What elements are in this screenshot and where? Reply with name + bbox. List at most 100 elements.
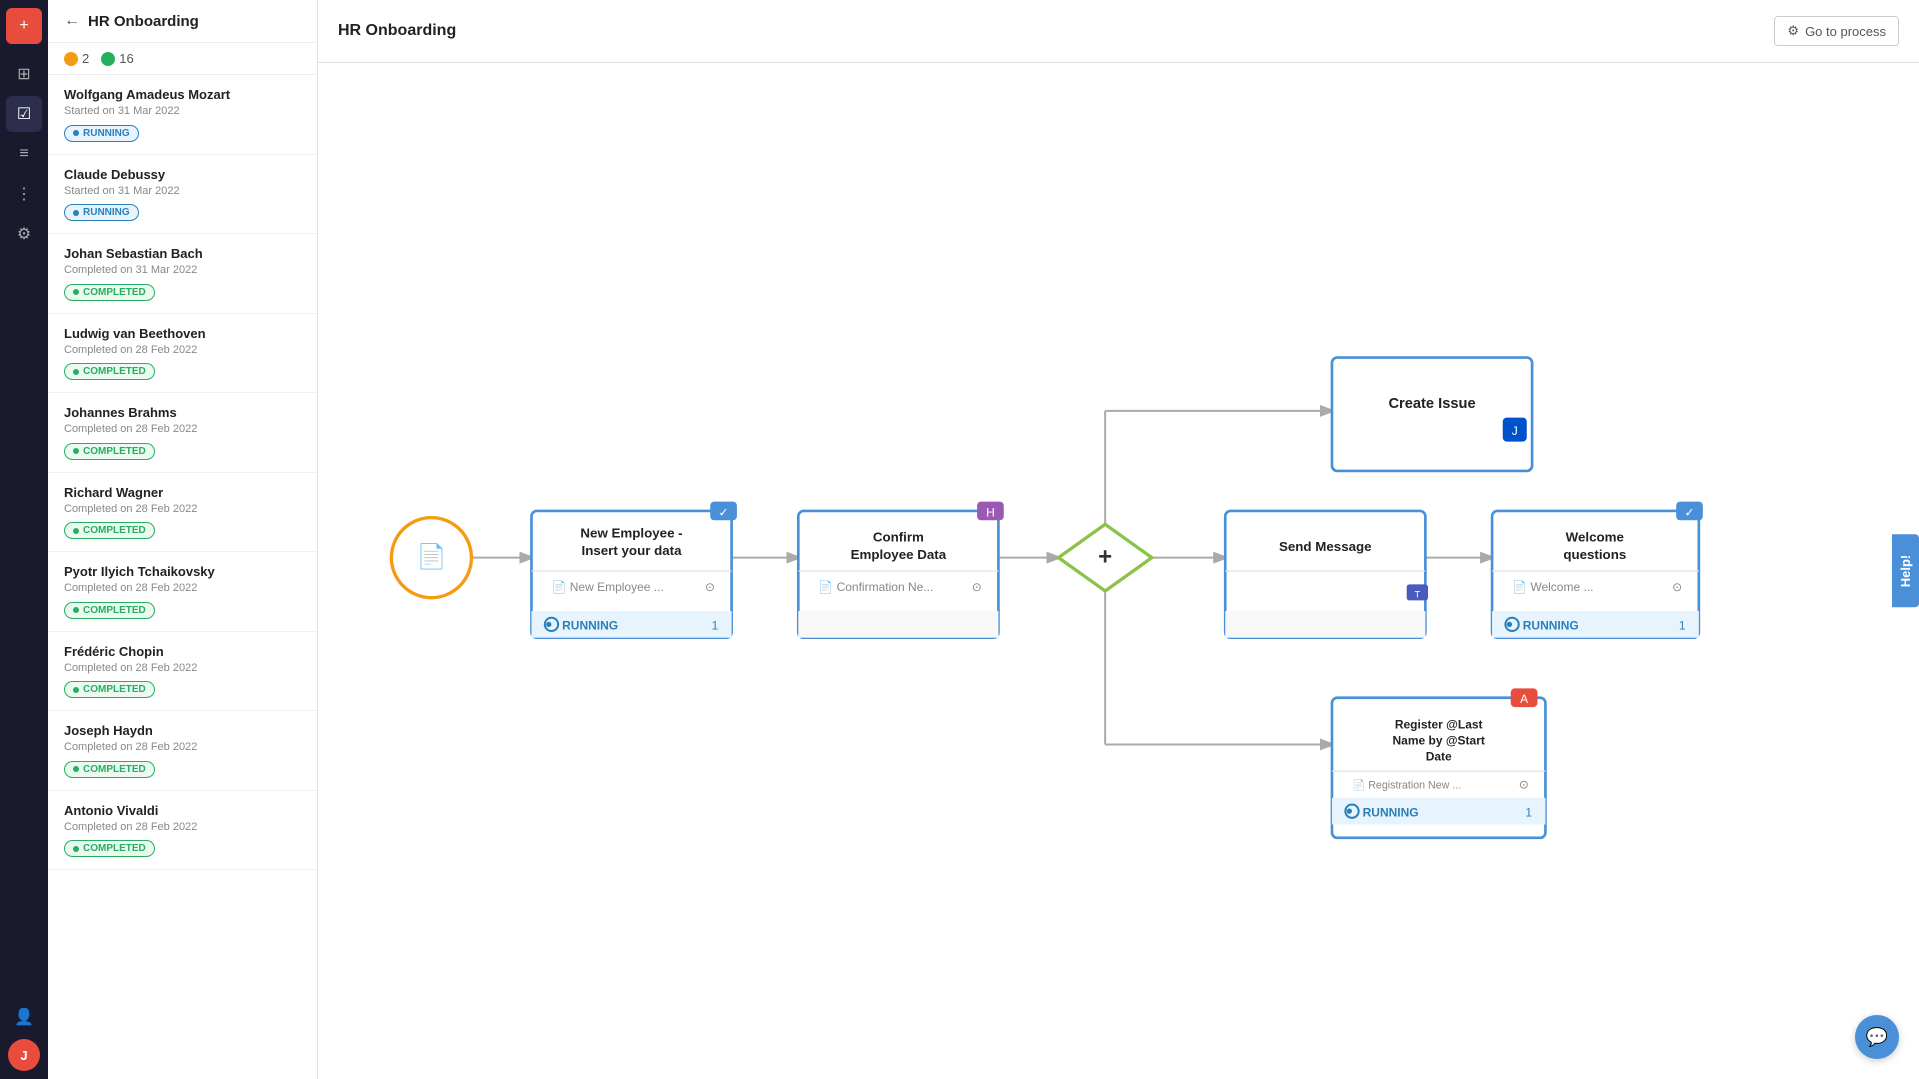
svg-text:Name by @Start: Name by @Start	[1392, 733, 1484, 747]
back-button[interactable]: ←	[64, 12, 80, 30]
item-name: Ludwig van Beethoven	[64, 326, 301, 341]
sidebar-item[interactable]: Wolfgang Amadeus Mozart Started on 31 Ma…	[48, 75, 317, 155]
svg-text:New Employee -: New Employee -	[580, 526, 682, 541]
item-date: Completed on 28 Feb 2022	[64, 503, 301, 515]
welcome-questions-node: ✓ Welcome questions 📄 Welcome ... ⊙ RUNN…	[1492, 502, 1703, 638]
svg-text:T: T	[1415, 590, 1421, 600]
item-date: Completed on 28 Feb 2022	[64, 662, 301, 674]
gateway-node: +	[1058, 524, 1151, 591]
svg-text:Employee Data: Employee Data	[851, 547, 947, 562]
svg-text:📄: 📄	[416, 542, 446, 570]
item-date: Completed on 28 Feb 2022	[64, 741, 301, 753]
status-dot	[73, 448, 79, 454]
sidebar-header: ← HR Onboarding	[48, 0, 317, 43]
svg-text:H: H	[986, 505, 995, 519]
svg-text:RUNNING: RUNNING	[1363, 805, 1419, 819]
orange-dot	[64, 52, 78, 66]
svg-text:⊙: ⊙	[705, 580, 715, 594]
status-badge: RUNNING	[64, 204, 139, 221]
avatar[interactable]: J	[8, 1039, 40, 1071]
go-to-process-icon: ⚙	[1787, 23, 1799, 39]
svg-text:⊙: ⊙	[972, 580, 982, 594]
status-badge: COMPLETED	[64, 363, 155, 380]
svg-text:Welcome: Welcome	[1566, 530, 1624, 545]
item-date: Completed on 28 Feb 2022	[64, 423, 301, 435]
nav-grid-icon[interactable]: ⊞	[6, 56, 42, 92]
process-diagram: 📄 ✓ New Employee - Insert your data 📄 Ne…	[318, 63, 1919, 1079]
register-node: A Register @Last Name by @Start Date 📄 R…	[1332, 688, 1545, 837]
sidebar: ← HR Onboarding 2 16 Wolfgang Amadeus Mo…	[48, 0, 318, 1079]
go-to-process-button[interactable]: ⚙ Go to process	[1774, 16, 1899, 46]
svg-text:⊙: ⊙	[1672, 580, 1682, 594]
item-name: Joseph Haydn	[64, 723, 301, 738]
svg-text:J: J	[1512, 424, 1518, 438]
item-name: Richard Wagner	[64, 485, 301, 500]
main-content: HR Onboarding ⚙ Go to process	[318, 0, 1919, 1079]
svg-text:RUNNING: RUNNING	[1523, 619, 1579, 633]
sidebar-item[interactable]: Claude Debussy Started on 31 Mar 2022 RU…	[48, 155, 317, 235]
page-title: HR Onboarding	[338, 22, 456, 40]
item-date: Completed on 31 Mar 2022	[64, 264, 301, 276]
item-name: Claude Debussy	[64, 167, 301, 182]
chat-button[interactable]: 💬	[1855, 1015, 1899, 1059]
nav-list-icon[interactable]: ≡	[6, 136, 42, 172]
status-badge: COMPLETED	[64, 681, 155, 698]
nav-people-icon[interactable]: 👤	[6, 999, 42, 1035]
sidebar-item[interactable]: Joseph Haydn Completed on 28 Feb 2022 CO…	[48, 711, 317, 791]
green-dot	[101, 52, 115, 66]
svg-text:📄 Welcome ...: 📄 Welcome ...	[1512, 580, 1593, 594]
nav-settings-icon[interactable]: ⚙	[6, 216, 42, 252]
sidebar-item[interactable]: Pyotr Ilyich Tchaikovsky Completed on 28…	[48, 552, 317, 632]
svg-text:✓: ✓	[719, 505, 729, 519]
status-badge: COMPLETED	[64, 602, 155, 619]
item-name: Antonio Vivaldi	[64, 803, 301, 818]
running-count: 2	[82, 51, 89, 66]
item-date: Completed on 28 Feb 2022	[64, 344, 301, 356]
sidebar-item[interactable]: Ludwig van Beethoven Completed on 28 Feb…	[48, 314, 317, 394]
status-dot	[73, 289, 79, 295]
confirm-employee-node: H Confirm Employee Data 📄 Confirmation N…	[798, 502, 1003, 638]
status-dot	[73, 369, 79, 375]
svg-text:📄 New Employee ...: 📄 New Employee ...	[551, 580, 663, 594]
sidebar-title: HR Onboarding	[88, 13, 199, 30]
svg-text:Insert your data: Insert your data	[582, 543, 683, 558]
sidebar-item[interactable]: Johannes Brahms Completed on 28 Feb 2022…	[48, 393, 317, 473]
completed-count: 16	[119, 51, 133, 66]
svg-text:📄 Registration New ...: 📄 Registration New ...	[1352, 778, 1461, 791]
sidebar-item[interactable]: Johan Sebastian Bach Completed on 31 Mar…	[48, 234, 317, 314]
svg-text:1: 1	[1679, 619, 1686, 633]
svg-text:A: A	[1520, 692, 1528, 706]
send-message-node: Send Message T	[1225, 511, 1428, 638]
go-to-process-label: Go to process	[1805, 24, 1886, 39]
add-button[interactable]: +	[6, 8, 42, 44]
svg-text:✓: ✓	[1684, 505, 1694, 519]
item-name: Johannes Brahms	[64, 405, 301, 420]
status-dot	[73, 528, 79, 534]
sidebar-item[interactable]: Antonio Vivaldi Completed on 28 Feb 2022…	[48, 791, 317, 871]
status-badge: COMPLETED	[64, 522, 155, 539]
status-badge: COMPLETED	[64, 284, 155, 301]
status-badge: COMPLETED	[64, 761, 155, 778]
nav-check-icon[interactable]: ☑	[6, 96, 42, 132]
item-date: Started on 31 Mar 2022	[64, 185, 301, 197]
chat-icon: 💬	[1866, 1027, 1888, 1048]
sidebar-item[interactable]: Frédéric Chopin Completed on 28 Feb 2022…	[48, 632, 317, 712]
status-dot	[73, 766, 79, 772]
status-dot	[73, 607, 79, 613]
sidebar-item[interactable]: Richard Wagner Completed on 28 Feb 2022 …	[48, 473, 317, 553]
status-badge: COMPLETED	[64, 443, 155, 460]
svg-text:questions: questions	[1563, 547, 1626, 562]
svg-text:1: 1	[712, 619, 719, 633]
create-issue-node: Create Issue J	[1332, 358, 1532, 471]
nav-org-icon[interactable]: ⋮	[6, 176, 42, 212]
svg-text:1: 1	[1525, 805, 1532, 819]
main-header: HR Onboarding ⚙ Go to process	[318, 0, 1919, 63]
status-dot	[73, 210, 79, 216]
svg-text:📄 Confirmation Ne...: 📄 Confirmation Ne...	[818, 580, 933, 594]
svg-text:Confirm: Confirm	[873, 530, 924, 545]
svg-text:⊙: ⊙	[1519, 777, 1529, 791]
item-date: Completed on 28 Feb 2022	[64, 582, 301, 594]
completed-count-badge: 16	[101, 51, 133, 66]
help-button[interactable]: Help!	[1892, 535, 1919, 608]
status-badge: RUNNING	[64, 125, 139, 142]
